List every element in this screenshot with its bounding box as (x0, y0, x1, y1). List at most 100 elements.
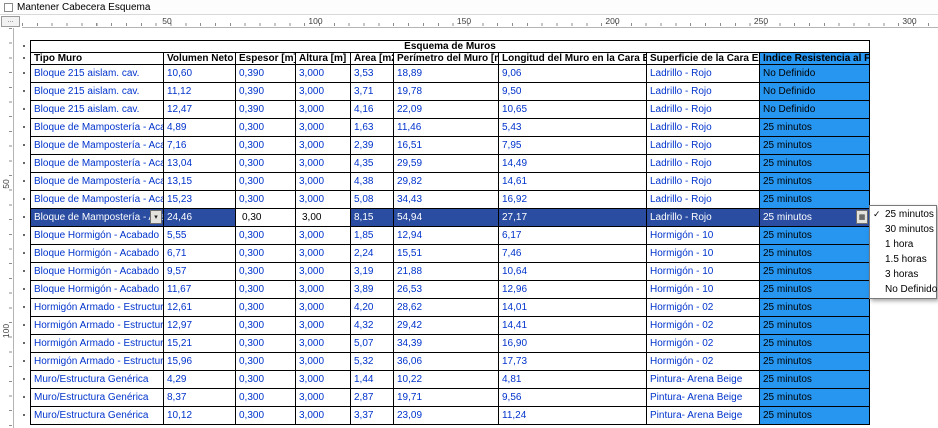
table-cell[interactable]: 4,16 (351, 101, 394, 119)
table-cell[interactable]: 0,300 (236, 353, 296, 371)
table-cell[interactable]: 3,000 (296, 389, 351, 407)
table-cell[interactable]: Hormigón Armado - Estructural (31, 335, 164, 353)
table-cell[interactable]: 13,15 (164, 173, 236, 191)
table-cell[interactable]: 10,22 (394, 371, 499, 389)
table-cell[interactable]: 26,53 (394, 281, 499, 299)
table-cell[interactable]: 3,000 (296, 227, 351, 245)
table-cell[interactable]: Hormigón - 02 (647, 335, 760, 353)
table-cell[interactable]: 10,60 (164, 65, 236, 83)
table-row[interactable]: Muro/Estructura Genérica10,120,3003,0003… (31, 407, 870, 425)
table-cell[interactable]: 25 minutos (760, 227, 870, 245)
table-cell[interactable]: 12,47 (164, 101, 236, 119)
table-cell[interactable]: 9,56 (499, 389, 647, 407)
table-cell[interactable]: 3,19 (351, 263, 394, 281)
table-cell[interactable]: 5,32 (351, 353, 394, 371)
column-header[interactable]: Espesor [m] (236, 53, 296, 65)
table-cell[interactable]: 34,39 (394, 335, 499, 353)
table-cell[interactable]: 4,29 (164, 371, 236, 389)
table-row[interactable]: Bloque de Mampostería - Acabado7,160,300… (31, 137, 870, 155)
table-cell[interactable]: 3,000 (296, 65, 351, 83)
table-row[interactable]: Bloque de Mampostería - Acabado13,150,30… (31, 173, 870, 191)
table-cell[interactable]: Ladrillo - Rojo (647, 137, 760, 155)
table-cell[interactable]: Muro/Estructura Genérica (31, 407, 164, 425)
table-cell[interactable]: 4,89 (164, 119, 236, 137)
table-cell[interactable]: 12,61 (164, 299, 236, 317)
table-cell[interactable]: 23,09 (394, 407, 499, 425)
table-cell[interactable]: 34,43 (394, 191, 499, 209)
table-cell[interactable]: Muro/Estructura Genérica (31, 371, 164, 389)
table-cell[interactable]: Ladrillo - Rojo (647, 155, 760, 173)
table-cell[interactable]: Hormigón - 10 (647, 245, 760, 263)
table-row[interactable]: Bloque Hormigón - Acabado6,710,3003,0002… (31, 245, 870, 263)
table-cell[interactable]: 54,94 (394, 209, 499, 227)
table-cell[interactable]: 0,390 (236, 65, 296, 83)
table-cell[interactable]: 1,44 (351, 371, 394, 389)
dropdown-item[interactable]: 3 horas (870, 267, 936, 282)
table-cell[interactable]: 0,300 (236, 137, 296, 155)
table-cell[interactable]: 9,50 (499, 83, 647, 101)
column-header[interactable]: Perímetro del Muro [m] (394, 53, 499, 65)
table-row[interactable]: Muro/Estructura Genérica8,370,3003,0002,… (31, 389, 870, 407)
table-cell[interactable]: Bloque 215 aislam. cav. (31, 101, 164, 119)
table-row[interactable]: Bloque Hormigón - Acabado9,570,3003,0003… (31, 263, 870, 281)
table-cell[interactable]: Bloque de Mampostería - Acabado (31, 155, 164, 173)
table-cell[interactable]: 19,78 (394, 83, 499, 101)
table-cell[interactable]: No Definido (760, 83, 870, 101)
table-row[interactable]: Bloque 215 aislam. cav.11,120,3903,0003,… (31, 83, 870, 101)
table-cell[interactable]: Bloque 215 aislam. cav. (31, 65, 164, 83)
table-cell[interactable]: 14,61 (499, 173, 647, 191)
table-row[interactable]: Bloque Hormigón - Acabado5,550,3003,0001… (31, 227, 870, 245)
column-header[interactable]: Longitud del Muro en la Cara Exterior (499, 53, 647, 65)
table-cell[interactable]: 28,62 (394, 299, 499, 317)
table-cell[interactable]: Hormigón - 10 (647, 263, 760, 281)
table-cell[interactable]: Ladrillo - Rojo (647, 83, 760, 101)
table-cell[interactable]: 11,24 (499, 407, 647, 425)
table-cell[interactable]: 24,46 (164, 209, 236, 227)
table-cell[interactable]: 14,41 (499, 317, 647, 335)
table-cell[interactable]: 25 minutos (760, 119, 870, 137)
table-cell[interactable]: 8,37 (164, 389, 236, 407)
table-cell[interactable]: 36,06 (394, 353, 499, 371)
ruler-corner-button[interactable]: ... (1, 16, 20, 27)
table-cell[interactable]: 25 minutos (760, 173, 870, 191)
table-cell[interactable]: 3,000 (296, 119, 351, 137)
table-cell[interactable]: 0,300 (236, 227, 296, 245)
keep-header-checkbox[interactable] (4, 3, 13, 12)
table-cell[interactable]: 0,390 (236, 101, 296, 119)
table-cell[interactable]: 3,000 (296, 101, 351, 119)
table-cell[interactable]: 0,300 (236, 191, 296, 209)
table-cell[interactable]: 25 minutos (760, 371, 870, 389)
table-cell[interactable]: Bloque de Mampostería - Aca...▾ (31, 209, 164, 227)
table-cell[interactable]: 11,46 (394, 119, 499, 137)
table-cell[interactable]: 3,00 (296, 209, 351, 227)
table-cell[interactable]: 3,000 (296, 407, 351, 425)
table-cell[interactable]: Bloque de Mampostería - Acabado (31, 137, 164, 155)
table-cell[interactable]: 12,94 (394, 227, 499, 245)
table-cell[interactable]: 0,300 (236, 317, 296, 335)
table-cell[interactable]: Pintura- Arena Beige (647, 389, 760, 407)
table-cell[interactable]: 0,300 (236, 155, 296, 173)
table-row[interactable]: Hormigón Armado - Estructural12,970,3003… (31, 317, 870, 335)
table-cell[interactable]: 3,000 (296, 371, 351, 389)
table-cell[interactable]: 25 minutos (760, 299, 870, 317)
table-cell[interactable]: 0,300 (236, 335, 296, 353)
column-header[interactable]: Tipo Muro (31, 53, 164, 65)
table-cell[interactable]: 0,300 (236, 245, 296, 263)
table-cell[interactable]: 0,300 (236, 281, 296, 299)
table-cell[interactable]: 29,59 (394, 155, 499, 173)
table-cell[interactable]: 22,09 (394, 101, 499, 119)
table-cell[interactable]: Bloque 215 aislam. cav. (31, 83, 164, 101)
table-cell[interactable]: 3,000 (296, 353, 351, 371)
table-cell[interactable]: 15,21 (164, 335, 236, 353)
table-cell[interactable]: 0,300 (236, 119, 296, 137)
dropdown-item[interactable]: 1.5 horas (870, 252, 936, 267)
table-cell[interactable]: 25 minutos (760, 281, 870, 299)
table-cell[interactable]: Bloque Hormigón - Acabado (31, 245, 164, 263)
column-header[interactable]: Volumen Neto ... (164, 53, 236, 65)
table-cell[interactable]: 25 minutos (760, 353, 870, 371)
table-cell[interactable]: 0,390 (236, 83, 296, 101)
table-cell[interactable]: 13,04 (164, 155, 236, 173)
table-cell[interactable]: Ladrillo - Rojo (647, 191, 760, 209)
table-cell[interactable]: Hormigón - 02 (647, 317, 760, 335)
table-cell[interactable]: 9,57 (164, 263, 236, 281)
